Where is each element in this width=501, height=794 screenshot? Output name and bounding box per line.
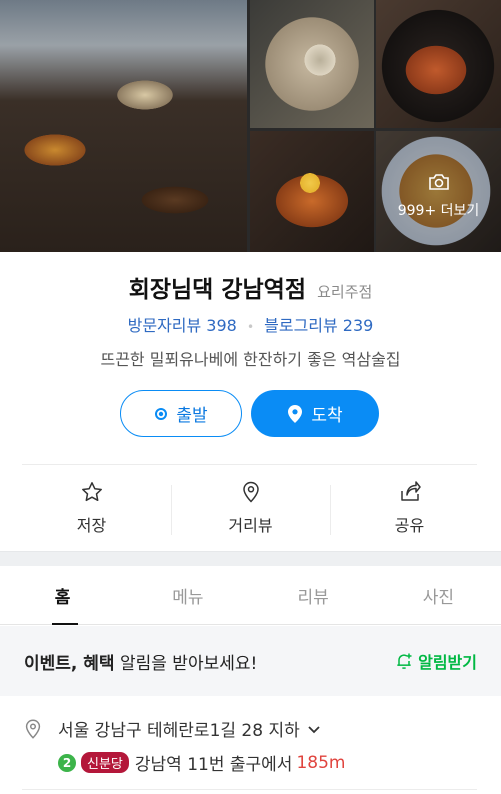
subscribe-alarm-label: 알림받기 [418, 653, 477, 672]
arrive-label: 도착 [311, 406, 343, 426]
street-view-button[interactable]: 거리뷰 [171, 465, 330, 551]
dot-separator: • [246, 320, 255, 334]
address-row[interactable]: 서울 강남구 테헤란로1길 28 지하 [22, 716, 482, 741]
notification-rest: 알림을 받아보세요! [114, 653, 258, 674]
action-bar: 저장 거리뷰 공유 [12, 465, 489, 551]
notification-bold: 이벤트, 혜택 [24, 653, 115, 674]
tab-reviews[interactable]: 리뷰 [251, 566, 376, 624]
place-description: 뜨끈한 밀푀유나베에 한잔하기 좋은 역삼술집 [100, 350, 401, 369]
blog-reviews-link[interactable]: 블로그리뷰 239 [264, 316, 373, 335]
photo-thumbnail[interactable] [376, 0, 501, 128]
location-pin-icon [25, 719, 41, 739]
station-distance: 185m [296, 752, 346, 773]
photo-thumbnail[interactable] [250, 131, 374, 252]
bell-plus-icon [397, 653, 412, 669]
subway-line-badge: 2 [58, 753, 76, 772]
more-photos-label: 999+ 더보기 [397, 202, 480, 219]
review-counts: 방문자리뷰 398 • 블로그리뷰 239 [0, 312, 501, 336]
subway-directions: 2 신분당 강남역 11번 출구에서 185m [58, 750, 345, 775]
share-button[interactable]: 공유 [330, 465, 489, 551]
save-label: 저장 [76, 516, 107, 535]
photo-gallery: 999+ 더보기 [0, 0, 501, 252]
tab-photos[interactable]: 사진 [376, 566, 501, 624]
notification-banner: 이벤트, 혜택 알림을 받아보세요! 알림받기 [0, 626, 501, 696]
camera-icon [428, 173, 449, 190]
location-pin-icon [242, 481, 259, 503]
place-name: 회장님댁 강남역점 [128, 277, 306, 303]
station-directions: 강남역 11번 출구에서 [134, 755, 293, 775]
depart-label: 출발 [176, 406, 208, 426]
save-button[interactable]: 저장 [12, 465, 171, 551]
origin-dot-icon [154, 407, 168, 421]
share-label: 공유 [394, 516, 425, 535]
divider [22, 789, 477, 790]
tab-menu[interactable]: 메뉴 [125, 566, 250, 624]
place-category: 요리주점 [317, 283, 373, 301]
notification-text: 이벤트, 혜택 알림을 받아보세요! [24, 649, 257, 674]
more-photos-button[interactable]: 999+ 더보기 [376, 131, 501, 252]
tab-bar: 홈 메뉴 리뷰 사진 [0, 566, 501, 625]
photo-main[interactable] [0, 0, 247, 252]
address-text: 서울 강남구 테헤란로1길 28 지하 [58, 721, 300, 741]
place-title-row: 회장님댁 강남역점 요리주점 [0, 270, 501, 304]
arrive-button[interactable]: 도착 [251, 390, 379, 437]
section-gap [0, 551, 501, 566]
star-icon [81, 482, 102, 502]
destination-pin-icon [287, 404, 303, 424]
share-icon [400, 481, 421, 501]
visitor-reviews-link[interactable]: 방문자리뷰 398 [128, 316, 237, 335]
depart-button[interactable]: 출발 [120, 390, 242, 437]
tab-home[interactable]: 홈 [0, 566, 125, 625]
street-view-label: 거리뷰 [228, 516, 273, 535]
subway-line-name-badge: 신분당 [81, 752, 129, 773]
subscribe-alarm-button[interactable]: 알림받기 [394, 649, 477, 673]
photo-thumbnail[interactable] [250, 0, 374, 128]
chevron-down-icon[interactable] [306, 721, 322, 737]
